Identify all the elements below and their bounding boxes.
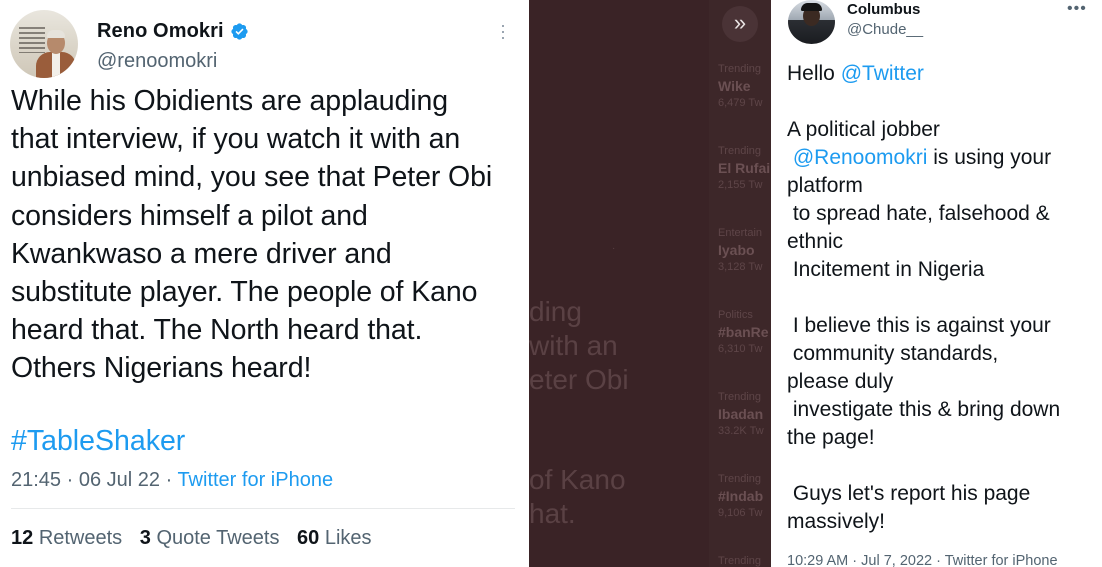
tweet-text-line: unbiased mind, you see that Peter Obi bbox=[11, 161, 493, 194]
magazine-cover-text bbox=[19, 27, 45, 53]
ghost-text: with an bbox=[529, 330, 618, 361]
ghost-dot: · bbox=[612, 243, 616, 254]
engagement-stats: 12 Retweets 3 Quote Tweets 60 Likes bbox=[11, 527, 372, 550]
tweet-text-line: substitute player. The people of Kano bbox=[11, 276, 478, 309]
more-options-icon[interactable]: ••• bbox=[1067, 0, 1087, 18]
tweet-text-line: ethnic bbox=[787, 230, 844, 253]
tweet-time[interactable]: 21:45 bbox=[11, 469, 61, 491]
divider bbox=[11, 508, 515, 509]
trend-item[interactable]: Entertain Iyabo 3,128 Tw bbox=[718, 227, 771, 273]
tweet-timestamp[interactable]: 10:29 AM · Jul 7, 2022 · Twitter for iPh… bbox=[787, 553, 1058, 567]
tweet-text-line: Incitement in Nigeria bbox=[787, 258, 985, 281]
tweet-text-line: Guys let's report his page bbox=[787, 482, 1031, 505]
trend-item[interactable]: Trending El Rufai 2,155 Tw bbox=[718, 145, 771, 191]
tweet-reno-omokri: Reno Omokri @renoomokri · · · While his Ob… bbox=[0, 0, 529, 567]
tweet-text-line bbox=[787, 452, 1099, 480]
tweet-text-line: @Renoomokri is using your bbox=[792, 146, 1052, 169]
tweet-text-line: While his Obidients are applauding bbox=[11, 85, 449, 117]
likes-link[interactable]: 60 Likes bbox=[297, 527, 372, 549]
ghost-text: eter Obi bbox=[529, 364, 629, 395]
tweet-text-line: to spread hate, falsehood & bbox=[787, 202, 1050, 225]
retweets-link[interactable]: 12 Retweets bbox=[11, 527, 122, 549]
ghost-text: of Kano bbox=[529, 464, 626, 495]
tweet-text-line bbox=[787, 88, 1099, 116]
author-handle[interactable]: @renoomokri bbox=[97, 50, 217, 73]
tweet-text-line: please duly bbox=[787, 370, 894, 393]
tweet-text-line: massively! bbox=[787, 510, 886, 533]
tweet-text-line: A political jobber bbox=[787, 118, 940, 141]
tweet-text-line: platform bbox=[787, 174, 863, 197]
collapse-chevron-icon[interactable]: » bbox=[722, 6, 758, 42]
tweet-text: While his Obidients are applauding that … bbox=[11, 82, 523, 388]
tweet-text-line: Hello @Twitter bbox=[787, 62, 924, 85]
quote-tweets-link[interactable]: 3 Quote Tweets bbox=[140, 527, 280, 549]
tweet-source-link[interactable]: Twitter for iPhone bbox=[177, 469, 333, 491]
dimmed-overlay: ding with an eter Obi of Kano hat. · Tre… bbox=[529, 0, 771, 567]
tweet-timestamp: 21:45 · 06 Jul 22 · Twitter for iPhone bbox=[11, 469, 334, 491]
hashtag-link[interactable]: #TableShaker bbox=[11, 425, 185, 458]
author-name[interactable]: Reno Omokri bbox=[97, 20, 224, 43]
trend-item[interactable]: Trending #Indab 9,106 Tw bbox=[718, 473, 771, 519]
tweet-text: Hello @Twitter A political jobber @Renoom… bbox=[787, 60, 1099, 536]
ghost-text: ding bbox=[529, 296, 582, 327]
tweet-text-line: investigate this & bring down bbox=[787, 398, 1061, 421]
tweet-text-line bbox=[787, 284, 1099, 312]
tweet-text-line: heard that. The North heard that. bbox=[11, 314, 423, 347]
trend-item[interactable]: Politics #banRe 6,310 Tw bbox=[718, 309, 771, 355]
author-avatar[interactable] bbox=[788, 0, 835, 44]
tweet-text-line: the page! bbox=[787, 426, 875, 449]
ghost-text: hat. bbox=[529, 498, 576, 529]
tweet-text-line: community standards, bbox=[787, 342, 999, 365]
mention-link[interactable]: @Renoomokri bbox=[793, 146, 928, 169]
tweet-date[interactable]: 06 Jul 22 bbox=[79, 469, 160, 491]
trend-item[interactable]: Trending Ibadan 33.2K Tw bbox=[718, 391, 771, 437]
author-avatar[interactable] bbox=[10, 10, 78, 78]
author-name-row: Reno Omokri bbox=[97, 20, 249, 43]
trend-item[interactable]: Trending bbox=[718, 555, 771, 567]
tweet-text-line: considers himself a pilot and bbox=[11, 199, 368, 232]
tweet-columbus: Columbus @Chude__ ••• Hello @Twitter A po… bbox=[771, 0, 1102, 567]
author-handle[interactable]: @Chude__ bbox=[847, 21, 923, 38]
author-name[interactable]: Columbus bbox=[847, 1, 920, 18]
trend-item[interactable]: Trending Wike 6,479 Tw bbox=[718, 63, 771, 109]
more-options-icon[interactable]: · · · bbox=[497, 16, 509, 46]
tweet-text-line: I believe this is against your bbox=[787, 314, 1051, 337]
mention-link[interactable]: @Twitter bbox=[841, 62, 924, 85]
tweet-text-line: that interview, if you watch it with an bbox=[11, 123, 461, 156]
tweet-text-line: Kwankwaso a mere driver and bbox=[11, 237, 392, 270]
verified-badge-icon bbox=[231, 23, 248, 40]
tweet-text-line: Others Nigerians heard! bbox=[11, 352, 312, 385]
